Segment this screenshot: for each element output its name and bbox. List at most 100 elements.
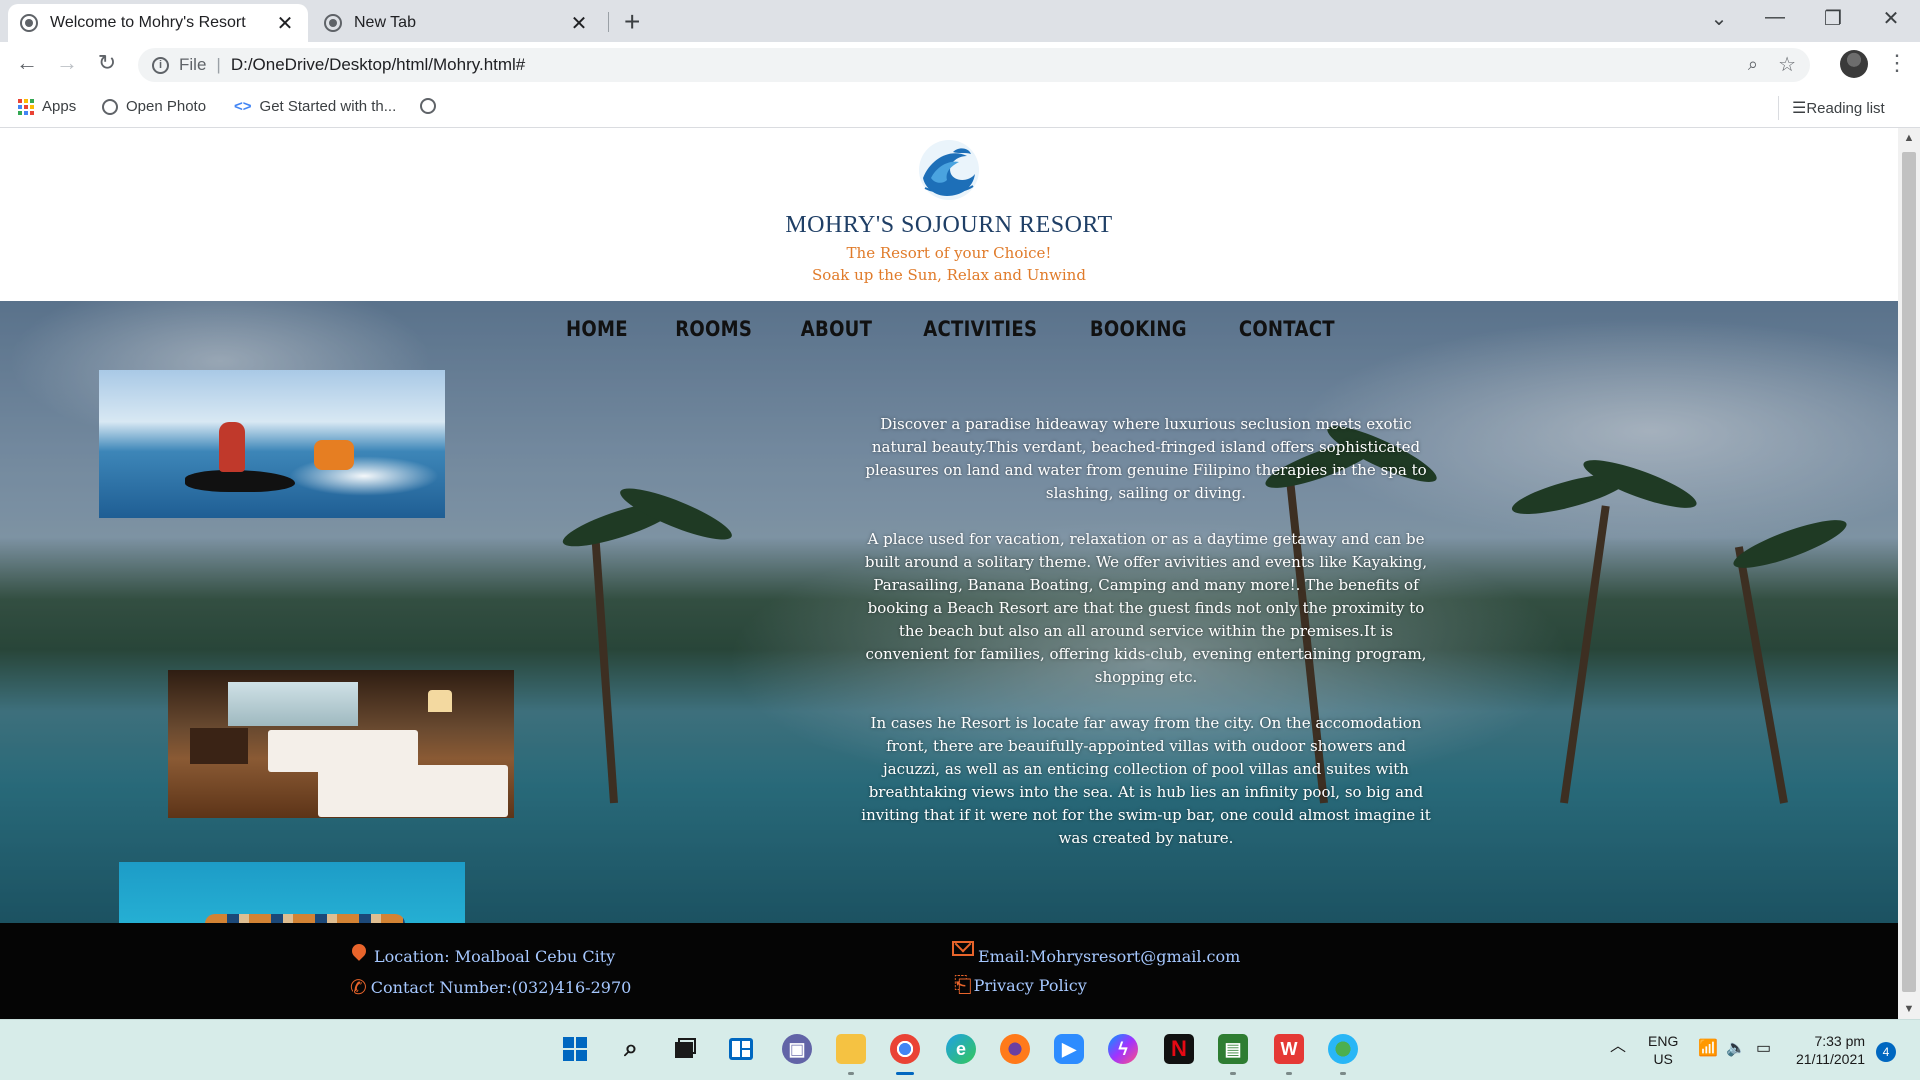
bookmarks-bar: Apps Open Photo <> Get Started with th..… — [0, 88, 1920, 128]
windows-start-icon[interactable] — [560, 1034, 590, 1064]
main-nav: HOME ROOMS ABOUT ACTIVITIES BOOKING CONT… — [0, 317, 1898, 341]
minimize-icon[interactable]: — — [1760, 6, 1790, 29]
address-bar[interactable]: i File | D:/OneDrive/Desktop/html/Mohry.… — [138, 48, 1810, 82]
clock-date: 21/11/2021 — [1796, 1051, 1866, 1067]
hero-description: Discover a paradise hideaway where luxur… — [860, 413, 1432, 873]
bookmark-separator — [1778, 96, 1779, 120]
hotel-room-photo — [168, 670, 514, 818]
forward-icon[interactable]: → — [52, 50, 82, 76]
language-indicator[interactable]: ENG US — [1648, 1032, 1678, 1068]
jet-ski — [185, 470, 295, 492]
rider — [219, 422, 245, 472]
address-url[interactable]: D:/OneDrive/Desktop/html/Mohry.html# — [231, 55, 525, 75]
room-bed — [318, 765, 508, 817]
wps-office-icon[interactable]: W — [1274, 1034, 1304, 1064]
code-icon: <> — [234, 98, 252, 115]
tagline-primary: The Resort of your Choice! — [846, 244, 1052, 262]
reading-list-label: Reading list — [1806, 99, 1885, 117]
new-tab-icon[interactable]: + — [624, 6, 640, 38]
show-hidden-icons[interactable]: ︿ — [1610, 1038, 1626, 1056]
bookmark-open-photo[interactable]: Open Photo — [102, 98, 206, 115]
bookmark-globe[interactable] — [420, 98, 444, 114]
reading-list-icon: ☰ — [1792, 100, 1807, 117]
scroll-up-icon[interactable]: ▲ — [1898, 132, 1920, 144]
nav-about[interactable]: ABOUT — [801, 317, 872, 341]
firefox-icon[interactable] — [1000, 1034, 1030, 1064]
netflix-icon[interactable]: N — [1164, 1034, 1194, 1064]
footer-contact: ✆ Contact Number:(032)416-2970 — [350, 975, 631, 999]
page-scrollbar[interactable]: ▲ ▼ — [1898, 128, 1920, 1019]
messenger-icon[interactable]: ϟ — [1108, 1034, 1138, 1064]
reading-list-button[interactable]: ☰ Reading list — [1792, 98, 1885, 118]
globe-icon — [20, 14, 38, 32]
phone-icon: ✆ — [350, 975, 367, 999]
globe-icon — [102, 98, 118, 115]
footer-location: Location: Moalboal Cebu City — [349, 940, 615, 966]
region-label: US — [1653, 1051, 1673, 1067]
browser-tab-bar: Welcome to Mohry's Resort ✕ New Tab ✕ + … — [0, 0, 1920, 42]
bookmark-apps[interactable]: Apps — [18, 98, 76, 115]
running-indicator — [848, 1072, 854, 1075]
task-view-icon[interactable] — [670, 1034, 700, 1064]
restore-icon[interactable]: ❐ — [1818, 6, 1848, 31]
spreadsheet-icon[interactable]: ▤ — [1218, 1034, 1248, 1064]
clock[interactable]: 7:33 pm 21/11/2021 — [1796, 1032, 1865, 1068]
boat-riders — [205, 914, 405, 923]
bookmark-star-icon[interactable]: ☆ — [1778, 52, 1796, 77]
close-tab-icon[interactable]: ✕ — [274, 11, 296, 36]
nav-activities[interactable]: ACTIVITIES — [923, 317, 1037, 341]
nav-rooms[interactable]: ROOMS — [676, 317, 753, 341]
room-desk — [190, 728, 248, 764]
search-icon[interactable]: ⌕ — [616, 1034, 646, 1064]
zoom-icon[interactable]: ⌕ — [1748, 54, 1758, 75]
room-lamp — [428, 690, 452, 712]
wave-logo-icon — [919, 140, 979, 200]
footer-policy: ⎗ Privacy Policy — [954, 973, 1087, 998]
profile-avatar[interactable] — [1840, 50, 1868, 78]
chrome-icon — [324, 14, 342, 32]
close-window-icon[interactable]: ✕ — [1876, 6, 1906, 31]
zoom-app-icon[interactable]: ▶ — [1054, 1034, 1084, 1064]
nav-contact[interactable]: CONTACT — [1239, 317, 1335, 341]
info-icon[interactable]: i — [152, 56, 169, 74]
bookmark-label: Open Photo — [126, 98, 207, 115]
nav-home[interactable]: HOME — [566, 317, 628, 341]
tab-new-tab[interactable]: New Tab ✕ — [312, 4, 602, 42]
privacy-policy-link[interactable]: Privacy Policy — [974, 976, 1087, 995]
email-link[interactable]: Email:Mohrysresort@gmail.com — [978, 947, 1240, 966]
more-menu-icon[interactable]: ⋮ — [1886, 50, 1908, 76]
address-divider: | — [216, 55, 221, 74]
battery-icon[interactable]: ▭ — [1756, 1040, 1771, 1058]
windows-taskbar: ⌕ ▣ e ▶ ϟ N ▤ W ︿ ENG US 📶 🔈 ▭ 7:33 pm 2… — [0, 1019, 1920, 1080]
water-spray — [289, 456, 439, 496]
wifi-icon[interactable]: 📶 — [1698, 1040, 1718, 1058]
site-footer: Location: Moalboal Cebu City ✆ Contact N… — [0, 923, 1898, 1019]
scroll-thumb[interactable] — [1902, 152, 1916, 992]
intro-paragraph: Discover a paradise hideaway where luxur… — [865, 415, 1427, 502]
reload-icon[interactable]: ↻ — [92, 50, 122, 76]
back-icon[interactable]: ← — [12, 50, 42, 76]
page-viewport: MOHRY'S SOJOURN RESORT The Resort of you… — [0, 128, 1898, 1019]
tab-separator — [608, 12, 609, 32]
bookmark-get-started[interactable]: <> Get Started with th... — [234, 98, 396, 115]
notification-badge[interactable]: 4 — [1876, 1042, 1896, 1062]
file-explorer-icon[interactable] — [836, 1034, 866, 1064]
palm-tree-trunk — [1734, 546, 1788, 804]
site-title: MOHRY'S SOJOURN RESORT — [785, 212, 1113, 238]
tab-welcome[interactable]: Welcome to Mohry's Resort ✕ — [8, 4, 308, 42]
tab-title: Welcome to Mohry's Resort — [50, 14, 246, 31]
tab-search-icon[interactable]: ⌄ — [1704, 6, 1734, 31]
chat-icon[interactable]: ▣ — [782, 1034, 812, 1064]
close-tab-icon[interactable]: ✕ — [568, 11, 590, 36]
nav-booking[interactable]: BOOKING — [1090, 317, 1187, 341]
chrome-icon[interactable] — [890, 1034, 920, 1064]
widgets-icon[interactable] — [726, 1034, 756, 1064]
globe-app-icon[interactable] — [1328, 1034, 1358, 1064]
volume-icon[interactable]: 🔈 — [1726, 1040, 1746, 1058]
edge-icon[interactable]: e — [946, 1034, 976, 1064]
apps-grid-icon — [18, 98, 34, 115]
scroll-down-icon[interactable]: ▼ — [1898, 1003, 1920, 1015]
active-indicator — [896, 1072, 914, 1075]
address-scheme: File — [179, 55, 207, 74]
running-indicator — [1286, 1072, 1292, 1075]
